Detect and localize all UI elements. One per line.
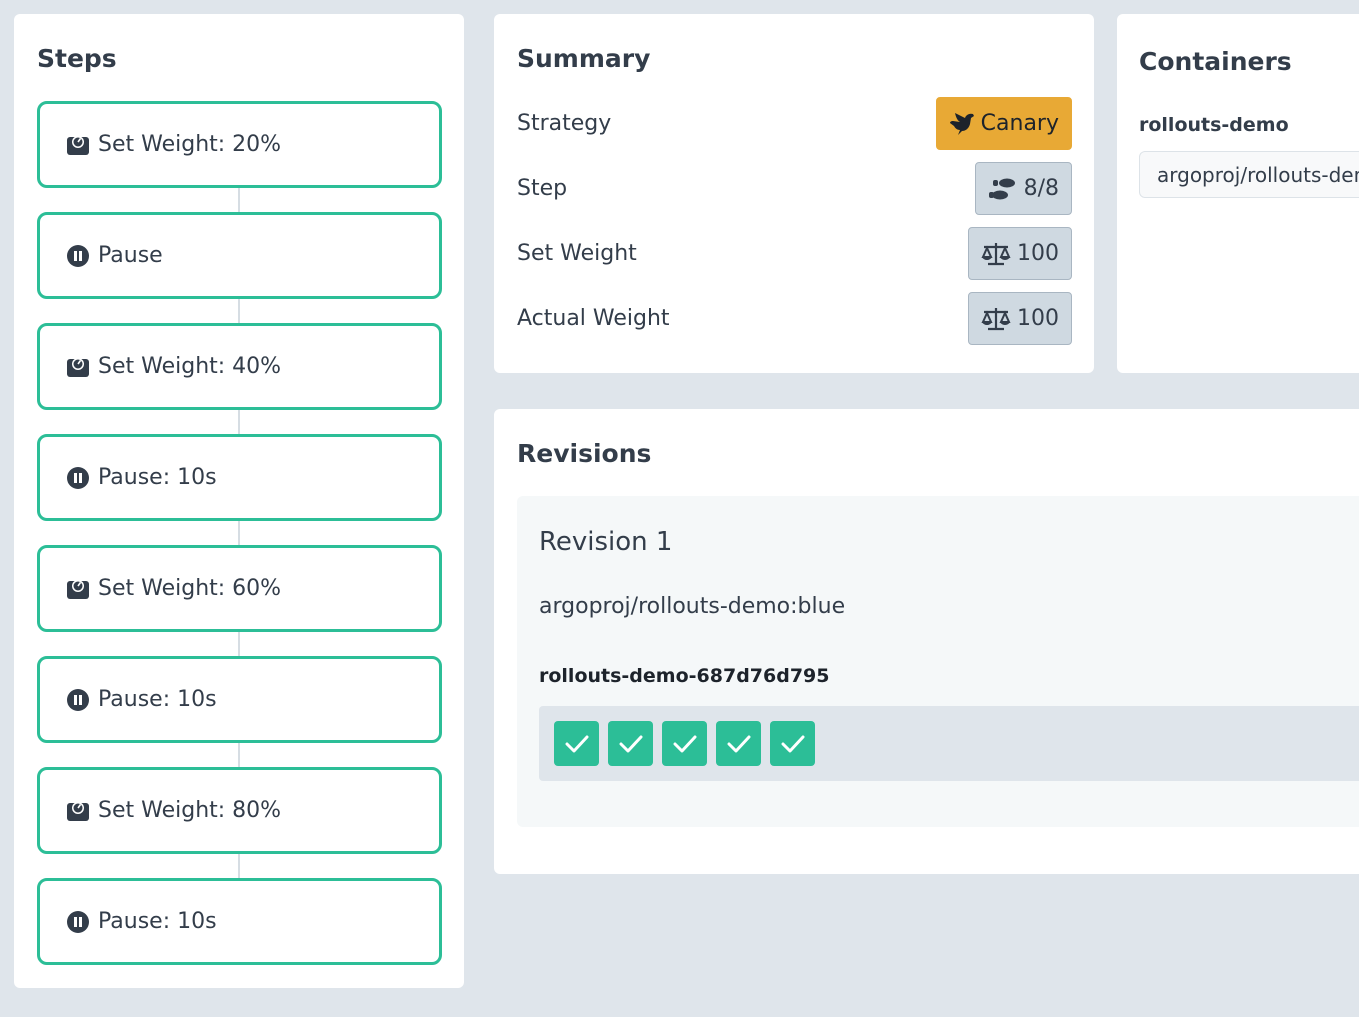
pause-icon — [66, 910, 90, 934]
step-value: 8/8 — [1023, 176, 1059, 201]
containers-title: Containers — [1139, 47, 1292, 76]
pod-healthy[interactable] — [554, 721, 599, 766]
pause-icon — [66, 244, 90, 268]
set-weight-badge: 100 — [968, 227, 1072, 280]
pod-healthy[interactable] — [662, 721, 707, 766]
container-name: rollouts-demo — [1139, 114, 1289, 136]
step-item-pause[interactable]: Pause — [37, 212, 442, 299]
step-connector — [238, 520, 240, 545]
step-label: Pause: 10s — [98, 909, 217, 934]
step-item-set-weight[interactable]: Set Weight: 60% — [37, 545, 442, 632]
pod-healthy[interactable] — [716, 721, 761, 766]
step-label: Set Weight: 80% — [98, 798, 282, 823]
balance-scale-icon — [981, 307, 1011, 331]
pod-healthy[interactable] — [770, 721, 815, 766]
summary-label: Step — [517, 176, 568, 201]
weight-scale-icon — [66, 799, 90, 823]
summary-label: Set Weight — [517, 241, 637, 266]
step-label: Set Weight: 40% — [98, 354, 282, 379]
step-label: Pause: 10s — [98, 465, 217, 490]
step-item-set-weight[interactable]: Set Weight: 40% — [37, 323, 442, 410]
step-connector — [238, 187, 240, 212]
check-icon — [565, 735, 588, 752]
summary-label: Strategy — [517, 111, 612, 136]
step-label: Pause: 10s — [98, 687, 217, 712]
revision-card: Revision 1 argoproj/rollouts-demo:blue r… — [517, 496, 1359, 827]
pause-icon — [66, 466, 90, 490]
step-badge: 8/8 — [974, 162, 1072, 215]
actual-weight-badge: 100 — [968, 292, 1072, 345]
steps-title: Steps — [37, 44, 117, 73]
revisions-title: Revisions — [517, 439, 652, 468]
actual-weight-value: 100 — [1017, 306, 1059, 331]
summary-title: Summary — [517, 44, 651, 73]
check-icon — [673, 735, 696, 752]
strategy-value: Canary — [980, 111, 1059, 136]
summary-label: Actual Weight — [517, 306, 670, 331]
pod-healthy[interactable] — [608, 721, 653, 766]
step-item-set-weight[interactable]: Set Weight: 80% — [37, 767, 442, 854]
step-label: Pause — [98, 243, 163, 268]
set-weight-value: 100 — [1017, 241, 1059, 266]
containers-panel: Containers rollouts-demo argoproj/rollou… — [1117, 14, 1359, 373]
step-item-pause[interactable]: Pause: 10s — [37, 878, 442, 965]
pause-icon — [66, 688, 90, 712]
summary-row-strategy: Strategy Canary — [517, 97, 1072, 150]
pods-row — [539, 706, 1359, 781]
check-icon — [727, 735, 750, 752]
revisions-panel: Revisions Revision 1 argoproj/rollouts-d… — [494, 409, 1359, 874]
strategy-badge: Canary — [935, 97, 1072, 150]
summary-panel: Summary Strategy Canary Step 8/8 Set Wei… — [494, 14, 1094, 373]
revision-image: argoproj/rollouts-demo:blue — [539, 594, 846, 619]
step-label: Set Weight: 60% — [98, 576, 282, 601]
shoe-prints-icon — [988, 177, 1018, 201]
step-label: Set Weight: 20% — [98, 132, 282, 157]
dove-icon — [949, 112, 975, 136]
summary-row-step: Step 8/8 — [517, 162, 1072, 215]
weight-scale-icon — [66, 133, 90, 157]
step-connector — [238, 631, 240, 656]
step-connector — [238, 409, 240, 434]
container-image-field[interactable]: argoproj/rollouts-demo:blue — [1139, 151, 1359, 198]
steps-panel: Steps Set Weight: 20% Pause Set Weight: … — [14, 14, 464, 988]
step-item-set-weight[interactable]: Set Weight: 20% — [37, 101, 442, 188]
weight-scale-icon — [66, 355, 90, 379]
check-icon — [781, 735, 804, 752]
replicaset-name: rollouts-demo-687d76d795 — [539, 665, 830, 687]
check-icon — [619, 735, 642, 752]
revision-title: Revision 1 — [539, 527, 673, 557]
step-connector — [238, 742, 240, 767]
step-item-pause[interactable]: Pause: 10s — [37, 434, 442, 521]
summary-row-set-weight: Set Weight 100 — [517, 227, 1072, 280]
balance-scale-icon — [981, 242, 1011, 266]
weight-scale-icon — [66, 577, 90, 601]
step-item-pause[interactable]: Pause: 10s — [37, 656, 442, 743]
step-connector — [238, 853, 240, 878]
step-connector — [238, 298, 240, 323]
summary-row-actual-weight: Actual Weight 100 — [517, 292, 1072, 345]
